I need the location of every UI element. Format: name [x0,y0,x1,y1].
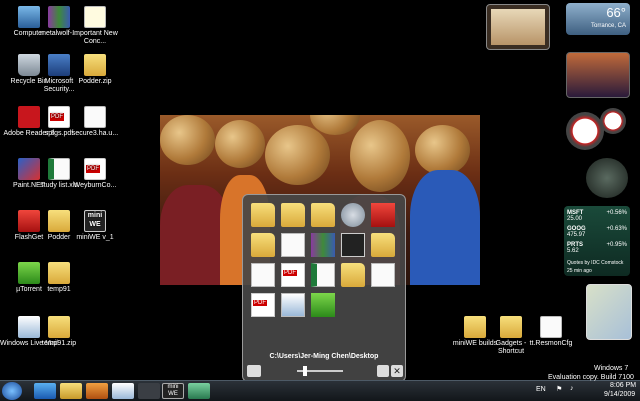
explorer-icon[interactable] [60,383,82,399]
weather-location: Torrance, CA [590,23,626,29]
steam-icon[interactable] [138,383,160,399]
desktop-icon-important[interactable]: Important New Conc... [66,6,124,46]
miniwe-icon: mini WE [84,210,106,232]
gauge-icon [566,112,604,150]
zip-folder-icon[interactable] [341,263,365,287]
pot [415,125,470,175]
desktop-icon-resmoncfg[interactable]: tt.ResmonCfg [522,316,580,348]
watermark-line2: Evaluation copy. Build 7100 [548,374,634,381]
map-gadget[interactable] [586,284,632,340]
clock-date[interactable]: 9/14/2009 [604,391,635,398]
taskbar: mini WE EN Windows 7 Evaluation copy. Bu… [0,365,640,401]
slideshow-gadget[interactable] [486,4,550,50]
config-icon [540,316,562,338]
document-icon [84,106,106,128]
flashget-icon[interactable] [371,203,395,227]
tools-icon[interactable] [377,365,389,377]
launcher-panel: C:\Users\Jer-Ming Chen\Desktop ✕ [242,194,406,382]
mail-icon[interactable] [281,293,305,317]
puppy-photo [491,9,545,45]
launcher-options-icon[interactable] [247,365,261,377]
miniwe-icon[interactable] [341,233,365,257]
flag-icon[interactable]: ⚑ [556,385,562,393]
cpu-meter-gadget[interactable] [566,106,628,154]
excel-icon[interactable] [311,263,335,287]
desktop-icon-miniwe[interactable]: mini WE miniWE v_1 [66,210,124,242]
zip-folder-icon [48,262,70,284]
folder-shortcut-icon [500,316,522,338]
start-button[interactable] [2,382,22,400]
settings-icon[interactable] [341,203,365,227]
archive-icon[interactable] [311,233,335,257]
stock-row[interactable]: MSFT +0.56% 25.00 [567,210,627,222]
photo-gadget[interactable] [566,52,630,98]
document-icon[interactable] [281,233,305,257]
stocks-gadget[interactable]: MSFT +0.56% 25.00 GOOG +0.63% 475.97 PRT… [564,206,630,276]
weather-temperature: 66° [606,5,626,20]
slider-thumb[interactable] [303,366,307,376]
zip-folder-icon [48,316,70,338]
language-indicator[interactable]: EN [536,386,546,393]
network-icon[interactable] [188,383,210,399]
close-icon[interactable]: ✕ [391,365,403,377]
ie-icon[interactable] [34,383,56,399]
zip-folder-icon [84,54,106,76]
weather-gadget[interactable]: 66° Torrance, CA [566,3,630,35]
stocks-time: 25 min ago [567,268,592,274]
pdf-icon[interactable] [281,263,305,287]
folder-icon[interactable] [251,203,275,227]
pot [215,120,265,168]
watermark-line1: Windows 7 [594,365,629,372]
pdf-icon[interactable] [251,293,275,317]
pot [160,115,215,165]
utorrent-icon[interactable] [311,293,335,317]
pot [265,125,330,185]
stocks-footer: Quotes by IDC Comstock [567,260,624,266]
mail-icon[interactable] [112,383,134,399]
desktop-icon-podder-zip[interactable]: Podder.zip [66,54,124,86]
desktop-icon-temp91-zip[interactable]: temp91.zip [30,316,88,348]
folder-shortcut-icon[interactable] [251,233,275,257]
document-icon[interactable] [251,263,275,287]
launcher-path: C:\Users\Jer-Ming Chen\Desktop [269,353,379,360]
desktop-icon-secure3[interactable]: secure3.ha.u... [66,106,124,138]
folder-icon[interactable] [311,203,335,227]
pdf-icon [84,158,106,180]
miniwe-icon[interactable]: mini WE [162,383,184,399]
desktop-icon-weyburn[interactable]: WeyburnCo... [66,158,124,190]
clock-time[interactable]: 8:06 PM [610,382,636,389]
gauge-icon [600,108,626,134]
stock-row[interactable]: GOOG +0.63% 475.97 [567,226,627,238]
config-icon[interactable] [371,263,395,287]
folder-icon[interactable] [371,233,395,257]
network-gadget[interactable] [586,158,628,198]
size-slider[interactable] [297,366,343,376]
volume-icon[interactable]: ♪ [570,385,574,392]
stock-row[interactable]: PRTS +0.95% 5.62 [567,242,627,254]
figure [410,170,480,285]
pot [350,120,410,192]
media-player-icon[interactable] [86,383,108,399]
desktop-icon-temp91[interactable]: temp91 [30,262,88,294]
folder-icon[interactable] [281,203,305,227]
document-icon [84,6,106,28]
